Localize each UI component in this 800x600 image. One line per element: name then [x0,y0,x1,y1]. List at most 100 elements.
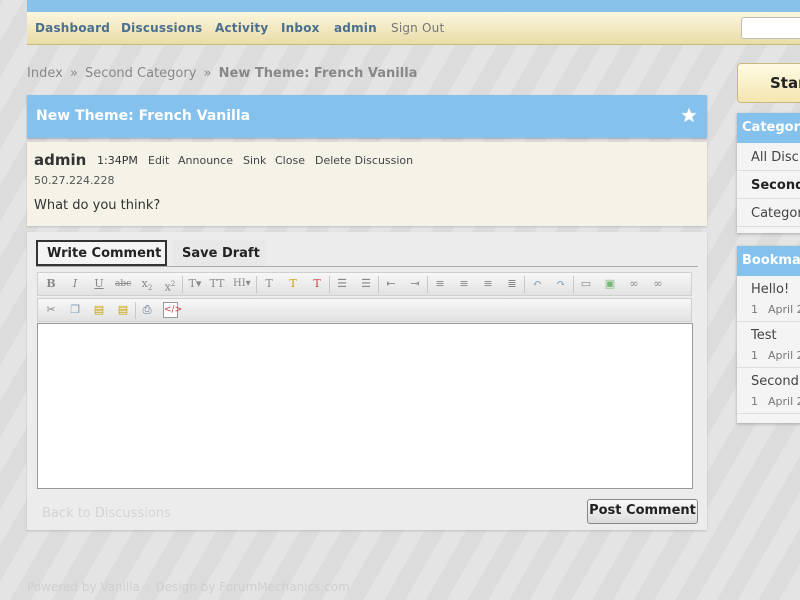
heading-icon[interactable]: HI▾ [233,276,251,292]
toolbar-separator [427,276,428,293]
bookmark-meta: 1 April 2 [751,303,800,316]
powered-by-link[interactable]: Powered by Vanilla [27,580,140,594]
justify-icon[interactable]: ≣ [504,276,520,292]
paste-icon[interactable]: ▤ [91,302,107,318]
delete-discussion-link[interactable]: Delete Discussion [315,154,413,167]
bookmark-count: 1 [751,395,758,408]
start-discussion-button[interactable]: Star [737,63,800,103]
post-time: 1:34PM [97,154,138,167]
search-input[interactable] [741,17,800,39]
categories-box: Categor All Disc Second Categor [737,113,800,233]
category-item-second[interactable]: Second [737,171,800,199]
menu-profile[interactable]: admin [334,21,377,35]
outdent-icon[interactable]: ⇤ [383,276,399,292]
align-right-icon[interactable]: ≡ [480,276,496,292]
post-comment-button[interactable]: Post Comment [587,499,698,524]
bookmark-item[interactable]: Second 1 April 2 [737,368,800,414]
sink-link[interactable]: Sink [243,154,266,167]
toolbar-separator [182,276,183,293]
redo-icon[interactable]: ↷ [553,276,569,292]
font-icon[interactable]: T▾ [187,276,203,292]
italic-icon[interactable]: I [67,276,83,292]
category-item-other[interactable]: Categor [737,199,800,227]
comment-form: Write Comment Save Draft B I U abc x2 x2… [27,232,707,530]
highlight-icon[interactable]: T [285,276,301,292]
discussion-header: New Theme: French Vanilla [27,95,707,138]
bookmark-item[interactable]: Test 1 April 2 [737,322,800,368]
bold-icon[interactable]: B [43,276,59,292]
bookmark-star-icon[interactable] [681,107,697,123]
align-left-icon[interactable]: ≡ [432,276,448,292]
bookmark-date: April 2 [768,349,800,362]
bookmark-title: Second [751,374,799,389]
bookmark-item[interactable]: Hello! 1 April 2 [737,276,800,322]
superscript-icon[interactable]: x2 [162,276,178,294]
cut-icon[interactable]: ✂ [43,302,59,318]
numbered-list-icon[interactable]: ☰ [358,276,374,292]
post-body: What do you think? [34,198,161,213]
text-color-icon[interactable]: T [261,276,277,292]
bookmark-date: April 2 [768,395,800,408]
announce-link[interactable]: Announce [178,154,233,167]
main-menu: Dashboard Discussions Activity Inbox adm… [27,12,800,45]
editor-toolbar-row-2: ✂ ❐ ▤ ▤ ⎙ </> [37,298,692,322]
breadcrumb-category[interactable]: Second Category [85,66,196,81]
indent-icon[interactable]: ⇥ [407,276,423,292]
print-icon[interactable]: ⎙ [139,302,155,318]
bookmark-title: Hello! [751,282,790,297]
source-icon[interactable]: </> [163,302,182,318]
breadcrumb-separator: » [203,66,212,81]
tab-write-comment[interactable]: Write Comment [36,240,167,266]
comment-editor[interactable] [37,323,693,489]
back-to-discussions-link[interactable]: Back to Discussions [42,506,171,521]
breadcrumb-current: New Theme: French Vanilla [218,66,418,81]
close-link[interactable]: Close [275,154,305,167]
design-credit-link[interactable]: Design by ForumMechanics.com [155,580,349,594]
editor-toolbar-row-1: B I U abc x2 x2 T▾ TT HI▾ T T T ☰ ☰ ⇤ ⇥ … [37,272,692,296]
footer: Powered by Vanilla · Design by ForumMech… [27,580,350,594]
menu-activity[interactable]: Activity [215,21,268,35]
toolbar-separator [378,276,379,293]
categories-header: Categor [737,113,800,143]
align-center-icon[interactable]: ≡ [456,276,472,292]
post-ip-address: 50.27.224.228 [34,174,115,187]
bookmarks-header: Bookmar [737,246,800,276]
menu-discussions[interactable]: Discussions [121,21,202,35]
horizontal-rule-icon[interactable]: ▭ [578,276,594,292]
bookmark-count: 1 [751,349,758,362]
toolbar-separator [135,302,136,319]
tab-save-draft[interactable]: Save Draft [173,240,266,266]
unlink-icon[interactable]: ∞ [650,276,666,292]
discussion-title: New Theme: French Vanilla [36,108,251,124]
menu-sign-out[interactable]: Sign Out [391,21,444,35]
subscript-icon[interactable]: x2 [139,276,155,292]
toolbar-separator [573,276,574,293]
menu-inbox[interactable]: Inbox [281,21,320,35]
menu-dashboard[interactable]: Dashboard [35,21,110,35]
breadcrumb-index[interactable]: Index [27,66,63,81]
link-icon[interactable]: ∞ [626,276,642,292]
underline-icon[interactable]: U [91,276,107,292]
toolbar-separator [524,276,525,293]
bookmark-meta: 1 April 2 [751,395,800,408]
copy-icon[interactable]: ❐ [67,302,83,318]
bulleted-list-icon[interactable]: ☰ [334,276,350,292]
breadcrumb: Index » Second Category » New Theme: Fre… [27,66,417,81]
category-item-all[interactable]: All Disc [737,143,800,171]
font-size-icon[interactable]: TT [209,276,225,292]
bookmarks-box: Bookmar Hello! 1 April 2 Test 1 April 2 Se… [737,246,800,423]
paste-text-icon[interactable]: ▤ [115,302,131,318]
bookmark-count: 1 [751,303,758,316]
tab-divider [36,266,698,267]
post-author[interactable]: admin [34,151,86,169]
breadcrumb-separator: » [69,66,78,81]
start-discussion-label: Star [770,74,800,92]
image-icon[interactable]: ▣ [602,276,618,292]
bookmark-date: April 2 [768,303,800,316]
strikethrough-icon[interactable]: abc [115,276,131,292]
undo-icon[interactable]: ↶ [529,276,545,292]
toolbar-separator [329,276,330,293]
edit-link[interactable]: Edit [148,154,169,167]
clear-format-icon[interactable]: T [309,276,325,292]
bookmark-meta: 1 April 2 [751,349,800,362]
